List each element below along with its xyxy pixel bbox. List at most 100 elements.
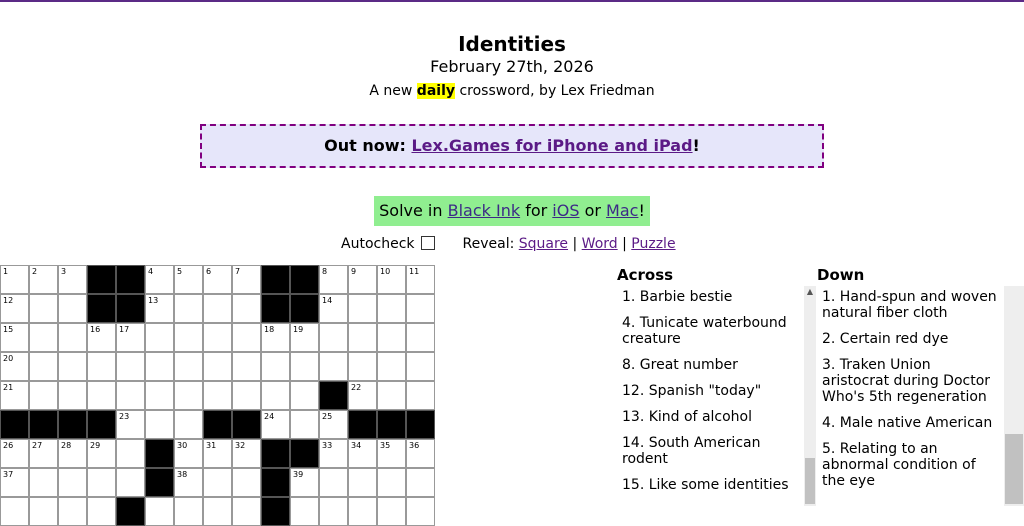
grid-cell[interactable] — [377, 468, 406, 497]
grid-cell[interactable]: 6 — [203, 265, 232, 294]
grid-cell[interactable]: 9 — [348, 265, 377, 294]
grid-cell[interactable] — [145, 381, 174, 410]
grid-cell[interactable]: 35 — [377, 439, 406, 468]
grid-cell[interactable] — [29, 468, 58, 497]
grid-cell[interactable] — [58, 497, 87, 526]
grid-cell[interactable] — [319, 497, 348, 526]
grid-cell[interactable]: 21 — [0, 381, 29, 410]
grid-cell[interactable] — [116, 381, 145, 410]
grid-cell[interactable] — [203, 294, 232, 323]
grid-cell[interactable] — [377, 323, 406, 352]
grid-cell[interactable] — [203, 468, 232, 497]
grid-cell[interactable] — [174, 323, 203, 352]
across-clue[interactable]: 15. Like some identities — [616, 475, 804, 501]
reveal-puzzle-link[interactable]: Puzzle — [631, 236, 675, 252]
grid-cell[interactable]: 2 — [29, 265, 58, 294]
grid-cell[interactable] — [145, 497, 174, 526]
grid-cell[interactable] — [261, 352, 290, 381]
grid-cell[interactable] — [348, 352, 377, 381]
grid-cell[interactable] — [348, 294, 377, 323]
grid-cell[interactable] — [377, 497, 406, 526]
down-clue[interactable]: 2. Certain red dye — [816, 329, 1004, 355]
across-scrollbar[interactable]: ▲ — [804, 286, 816, 506]
grid-cell[interactable]: 31 — [203, 439, 232, 468]
grid-cell[interactable] — [232, 294, 261, 323]
grid-cell[interactable]: 25 — [319, 410, 348, 439]
grid-cell[interactable]: 20 — [0, 352, 29, 381]
grid-cell[interactable]: 13 — [145, 294, 174, 323]
grid-cell[interactable] — [145, 323, 174, 352]
grid-cell[interactable] — [290, 381, 319, 410]
grid-cell[interactable] — [406, 381, 435, 410]
grid-cell[interactable] — [203, 497, 232, 526]
grid-cell[interactable] — [319, 468, 348, 497]
grid-cell[interactable]: 4 — [145, 265, 174, 294]
across-clue[interactable]: 13. Kind of alcohol — [616, 407, 804, 433]
grid-cell[interactable]: 5 — [174, 265, 203, 294]
grid-cell[interactable] — [232, 468, 261, 497]
grid-cell[interactable] — [116, 468, 145, 497]
grid-cell[interactable] — [377, 352, 406, 381]
grid-cell[interactable] — [232, 497, 261, 526]
grid-cell[interactable] — [58, 294, 87, 323]
grid-cell[interactable]: 14 — [319, 294, 348, 323]
across-clue[interactable]: 4. Tunicate waterbound creature — [616, 313, 804, 355]
grid-cell[interactable] — [87, 497, 116, 526]
reveal-word-link[interactable]: Word — [582, 236, 618, 252]
grid-cell[interactable] — [406, 294, 435, 323]
grid-cell[interactable] — [203, 381, 232, 410]
grid-cell[interactable] — [29, 294, 58, 323]
grid-cell[interactable]: 16 — [87, 323, 116, 352]
grid-cell[interactable]: 8 — [319, 265, 348, 294]
autocheck-checkbox[interactable] — [420, 236, 435, 250]
down-clue[interactable]: 1. Hand-spun and woven natural fiber clo… — [816, 287, 1004, 329]
grid-cell[interactable] — [319, 352, 348, 381]
down-scrollbar[interactable] — [1004, 286, 1024, 506]
grid-cell[interactable] — [174, 497, 203, 526]
black-ink-link[interactable]: Black Ink — [448, 201, 521, 220]
grid-cell[interactable]: 26 — [0, 439, 29, 468]
promo-link[interactable]: Lex.Games for iPhone and iPad — [411, 136, 692, 155]
grid-cell[interactable]: 12 — [0, 294, 29, 323]
grid-cell[interactable]: 1 — [0, 265, 29, 294]
grid-cell[interactable] — [203, 352, 232, 381]
grid-cell[interactable]: 29 — [87, 439, 116, 468]
grid-cell[interactable] — [58, 323, 87, 352]
grid-cell[interactable]: 3 — [58, 265, 87, 294]
grid-cell[interactable] — [377, 381, 406, 410]
grid-cell[interactable] — [174, 381, 203, 410]
ios-link[interactable]: iOS — [552, 201, 579, 220]
scroll-up-icon[interactable]: ▲ — [804, 286, 816, 298]
down-clue[interactable]: 5. Relating to an abnormal condition of … — [816, 439, 1004, 497]
grid-cell[interactable] — [348, 497, 377, 526]
grid-cell[interactable] — [145, 410, 174, 439]
grid-cell[interactable] — [116, 352, 145, 381]
grid-cell[interactable]: 18 — [261, 323, 290, 352]
grid-cell[interactable] — [29, 381, 58, 410]
grid-cell[interactable] — [0, 497, 29, 526]
grid-cell[interactable] — [29, 497, 58, 526]
grid-cell[interactable]: 28 — [58, 439, 87, 468]
grid-cell[interactable] — [29, 323, 58, 352]
grid-cell[interactable] — [145, 352, 174, 381]
grid-cell[interactable] — [406, 323, 435, 352]
grid-cell[interactable]: 32 — [232, 439, 261, 468]
grid-cell[interactable] — [58, 468, 87, 497]
across-clue-list[interactable]: 1. Barbie bestie 4. Tunicate waterbound c… — [616, 287, 804, 507]
grid-cell[interactable]: 24 — [261, 410, 290, 439]
grid-cell[interactable] — [348, 323, 377, 352]
grid-cell[interactable]: 10 — [377, 265, 406, 294]
across-clue[interactable]: 14. South American rodent — [616, 433, 804, 475]
grid-cell[interactable] — [232, 381, 261, 410]
grid-cell[interactable] — [174, 410, 203, 439]
grid-cell[interactable] — [232, 352, 261, 381]
grid-cell[interactable]: 38 — [174, 468, 203, 497]
down-clue-list[interactable]: 1. Hand-spun and woven natural fiber clo… — [816, 287, 1004, 507]
grid-cell[interactable] — [406, 468, 435, 497]
across-clue[interactable]: 12. Spanish "today" — [616, 381, 804, 407]
grid-cell[interactable] — [406, 497, 435, 526]
grid-cell[interactable]: 17 — [116, 323, 145, 352]
grid-cell[interactable] — [232, 323, 261, 352]
grid-cell[interactable] — [58, 381, 87, 410]
grid-cell[interactable] — [290, 410, 319, 439]
